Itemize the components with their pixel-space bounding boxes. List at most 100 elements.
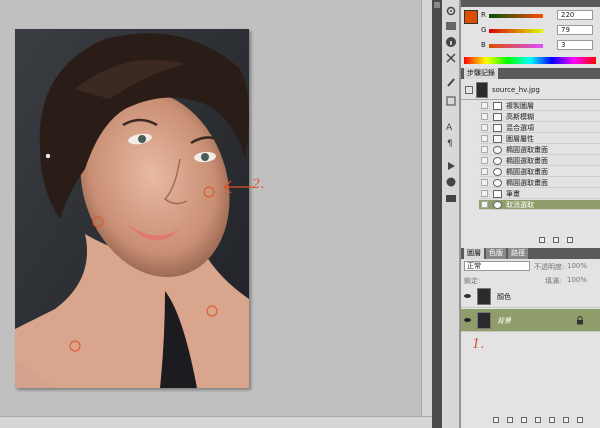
portrait-illustration <box>15 29 249 388</box>
history-checkbox[interactable] <box>481 124 488 131</box>
navigator-icon[interactable] <box>445 192 457 204</box>
vertical-scrollbar[interactable] <box>421 0 432 416</box>
history-step-label: 橢圓選取畫面 <box>506 179 548 187</box>
tab-channels[interactable]: 色版 <box>486 248 506 259</box>
history-step-label: 複製圖層 <box>506 102 534 110</box>
history-step[interactable]: 圖層屬性 <box>479 134 600 144</box>
history-checkbox[interactable] <box>481 157 488 164</box>
history-checkbox[interactable] <box>481 201 488 208</box>
opacity-label: 不透明度: <box>534 263 565 271</box>
ellipse-icon <box>493 201 502 209</box>
tools-icon[interactable] <box>445 52 457 64</box>
ellipse-icon <box>493 168 502 176</box>
layers-panel-tabbar: 圖層 色版 路徑 <box>461 248 600 259</box>
layer-row-color[interactable]: 顏色 <box>461 285 600 308</box>
history-panel-tabbar: 步驟記錄 <box>461 68 600 79</box>
red-slider[interactable] <box>489 14 543 18</box>
history-checkbox[interactable] <box>481 102 488 109</box>
history-step[interactable]: 取消選取 <box>479 200 600 210</box>
history-step[interactable]: 橢圓選取畫面 <box>479 156 600 166</box>
new-snapshot-icon[interactable] <box>553 237 559 243</box>
eye-icon[interactable] <box>464 317 471 323</box>
red-value-field[interactable]: 220 <box>557 10 593 20</box>
history-step[interactable]: 高斯模糊 <box>479 112 600 122</box>
doc-icon <box>493 190 502 198</box>
history-icon[interactable] <box>445 95 457 107</box>
history-checkbox[interactable] <box>481 135 488 142</box>
annotation-label-2: 2. <box>252 177 265 192</box>
history-step[interactable]: 橢圓選取畫面 <box>479 178 600 188</box>
new-document-icon[interactable] <box>539 237 545 243</box>
character-icon[interactable]: A <box>445 120 457 133</box>
green-value-field[interactable]: 79 <box>557 25 593 35</box>
tab-paths[interactable]: 路徑 <box>508 248 528 259</box>
opacity-value[interactable]: 100% <box>567 262 587 270</box>
history-step[interactable]: 混合選項 <box>479 123 600 133</box>
eye-icon[interactable] <box>464 293 471 299</box>
history-step[interactable]: 筆畫 <box>479 189 600 199</box>
history-panel: 步驟記錄 source_hv.jpg 複製圖層高斯模糊混合選項圖層屬性橢圓選取畫… <box>460 68 600 248</box>
adjustment-icon[interactable] <box>535 417 541 423</box>
swatches-icon[interactable] <box>445 176 457 188</box>
snapshot-source-icon[interactable] <box>465 86 473 94</box>
mask-icon[interactable] <box>521 417 527 423</box>
history-step[interactable]: 橢圓選取畫面 <box>479 145 600 155</box>
history-checkbox[interactable] <box>481 113 488 120</box>
history-step[interactable]: 複製圖層 <box>479 101 600 111</box>
new-layer-icon[interactable] <box>563 417 569 423</box>
info-icon[interactable] <box>445 36 457 48</box>
brush-icon[interactable] <box>445 76 457 88</box>
trash-icon[interactable] <box>567 237 573 243</box>
history-checkbox[interactable] <box>481 190 488 197</box>
blue-value-field[interactable]: 3 <box>557 40 593 50</box>
history-checkbox[interactable] <box>481 179 488 186</box>
group-icon[interactable] <box>549 417 555 423</box>
history-step-label: 橢圓選取畫面 <box>506 146 548 154</box>
layer-name: 顏色 <box>497 293 511 301</box>
annotation-arrow-icon <box>223 180 252 194</box>
blue-slider[interactable] <box>489 44 543 48</box>
layer-thumbnail <box>477 312 491 329</box>
color-panel-tabbar <box>461 0 600 7</box>
ellipse-icon <box>493 179 502 187</box>
tab-history[interactable]: 步驟記錄 <box>464 68 498 79</box>
history-checkbox[interactable] <box>481 168 488 175</box>
foreground-swatch[interactable] <box>464 10 478 24</box>
color-spectrum-bar[interactable] <box>464 57 596 64</box>
snapshot-name: source_hv.jpg <box>492 86 540 94</box>
layer-thumbnail <box>477 288 491 305</box>
history-step-label: 高斯模糊 <box>506 113 534 121</box>
color-panel: R 220 G 79 B 3 <box>460 0 600 68</box>
doc-icon <box>493 135 502 143</box>
history-step[interactable]: 橢圓選取畫面 <box>479 167 600 177</box>
photo-image[interactable] <box>15 29 249 388</box>
actions-icon[interactable] <box>445 160 457 172</box>
blue-label: B <box>481 41 486 49</box>
layer-row-background[interactable]: 背景 <box>461 309 600 332</box>
fill-value[interactable]: 100% <box>567 276 587 284</box>
history-checkbox[interactable] <box>481 146 488 153</box>
history-snapshot-row[interactable]: source_hv.jpg <box>461 80 600 100</box>
tab-layers[interactable]: 圖層 <box>464 248 484 259</box>
trash-icon[interactable] <box>577 417 583 423</box>
horizontal-scrollbar[interactable] <box>0 416 432 428</box>
link-icon[interactable] <box>493 417 499 423</box>
image-icon[interactable] <box>445 20 457 32</box>
gear-icon[interactable] <box>445 5 457 17</box>
annotation-label-1: 1. <box>472 337 485 352</box>
blend-mode-select[interactable]: 正常 <box>464 261 530 271</box>
history-step-label: 混合選項 <box>506 124 534 132</box>
fx-icon[interactable] <box>507 417 513 423</box>
history-step-label: 橢圓選取畫面 <box>506 157 548 165</box>
lock-icon <box>577 316 583 325</box>
collapse-icon[interactable] <box>434 2 440 8</box>
panel-divider[interactable] <box>432 0 442 428</box>
ellipse-icon <box>493 146 502 154</box>
green-slider[interactable] <box>489 29 543 33</box>
svg-text:¶: ¶ <box>447 139 453 148</box>
color-tools-column <box>442 0 460 68</box>
paragraph-icon[interactable]: ¶ <box>445 136 457 149</box>
history-step-label: 取消選取 <box>506 201 534 209</box>
ellipse-icon <box>493 157 502 165</box>
history-tools-column: A ¶ <box>442 68 460 248</box>
